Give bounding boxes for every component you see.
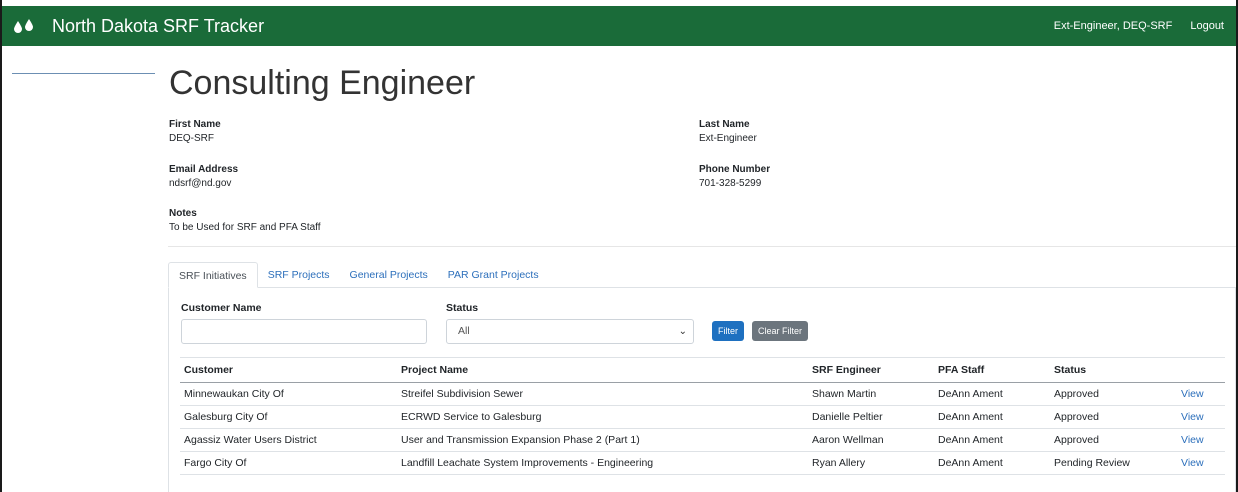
section-divider [168,246,1236,247]
col-status[interactable]: Status [1050,357,1177,383]
cell-customer: Fargo City Of [180,451,397,475]
cell-srf-engineer: Danielle Peltier [808,405,934,429]
tab-srf-projects[interactable]: SRF Projects [258,262,340,288]
customer-name-label: Customer Name [181,302,262,314]
water-drops-icon[interactable] [12,16,40,36]
first-name-value: DEQ-SRF [169,133,214,144]
cell-status: Approved [1050,405,1177,429]
top-navbar: North Dakota SRF Tracker Ext-Engineer, D… [2,6,1236,46]
cell-customer: Minnewaukan City Of [180,382,397,406]
tab-par-grant-projects[interactable]: PAR Grant Projects [438,262,549,288]
cell-pfa-staff: DeAnn Ament [934,451,1050,475]
table-row: Agassiz Water Users District User and Tr… [180,428,1225,452]
table-header-row: Customer Project Name SRF Engineer PFA S… [180,357,1225,383]
first-name-field: First Name DEQ-SRF [169,119,221,144]
cell-status: Pending Review [1050,451,1177,475]
phone-field: Phone Number 701-328-5299 [699,164,770,189]
sidebar-divider [12,73,155,74]
view-link[interactable]: View [1177,405,1225,429]
cell-project-name: User and Transmission Expansion Phase 2 … [397,428,808,452]
status-label: Status [446,302,479,314]
user-menu[interactable]: Ext-Engineer, DEQ-SRF [1054,20,1173,32]
email-label: Email Address [169,164,239,175]
cell-customer: Agassiz Water Users District [180,428,397,452]
cell-srf-engineer: Ryan Allery [808,451,934,475]
view-link[interactable]: View [1177,382,1225,406]
cell-project-name: Streifel Subdivision Sewer [397,382,808,406]
phone-label: Phone Number [699,164,771,175]
last-name-field: Last Name Ext-Engineer [699,119,757,144]
customer-name-input[interactable] [181,319,427,344]
filter-button[interactable]: Filter [712,321,744,341]
cell-srf-engineer: Shawn Martin [808,382,934,406]
last-name-value: Ext-Engineer [699,133,757,144]
cell-srf-engineer: Aaron Wellman [808,428,934,452]
app-title[interactable]: North Dakota SRF Tracker [52,16,264,37]
status-select[interactable]: All ⌄ [446,319,694,344]
email-value: ndsrf@nd.gov [169,178,232,189]
tab-general-projects[interactable]: General Projects [340,262,438,288]
table-row: Minnewaukan City Of Streifel Subdivision… [180,382,1225,406]
col-srf-engineer[interactable]: SRF Engineer [808,357,934,383]
email-field: Email Address ndsrf@nd.gov [169,164,238,189]
notes-value: To be Used for SRF and PFA Staff [169,222,321,233]
logout-link[interactable]: Logout [1190,20,1224,32]
first-name-label: First Name [169,119,221,130]
table-row: Galesburg City Of ECRWD Service to Gales… [180,405,1225,429]
last-name-label: Last Name [699,119,750,130]
cell-pfa-staff: DeAnn Ament [934,382,1050,406]
notes-label: Notes [169,208,197,219]
view-link[interactable]: View [1177,428,1225,452]
cell-customer: Galesburg City Of [180,405,397,429]
col-actions [1177,357,1225,383]
tab-srf-initiatives[interactable]: SRF Initiatives [168,262,258,288]
notes-field: Notes To be Used for SRF and PFA Staff [169,208,321,233]
col-pfa-staff[interactable]: PFA Staff [934,357,1050,383]
table-row: Fargo City Of Landfill Leachate System I… [180,451,1225,475]
col-project-name[interactable]: Project Name [397,357,808,383]
cell-status: Approved [1050,428,1177,452]
tab-bar: SRF Initiatives SRF Projects General Pro… [168,262,1236,288]
cell-project-name: ECRWD Service to Galesburg [397,405,808,429]
cell-status: Approved [1050,382,1177,406]
clear-filter-button[interactable]: Clear Filter [752,321,809,341]
view-link[interactable]: View [1177,451,1225,475]
cell-pfa-staff: DeAnn Ament [934,405,1050,429]
phone-value: 701-328-5299 [699,178,762,189]
cell-pfa-staff: DeAnn Ament [934,428,1050,452]
cell-project-name: Landfill Leachate System Improvements - … [397,451,808,475]
status-select-value: All [458,325,470,337]
chevron-down-icon: ⌄ [678,326,687,337]
col-customer[interactable]: Customer [180,357,397,383]
page-title: Consulting Engineer [169,64,476,102]
initiatives-table: Customer Project Name SRF Engineer PFA S… [180,357,1225,475]
